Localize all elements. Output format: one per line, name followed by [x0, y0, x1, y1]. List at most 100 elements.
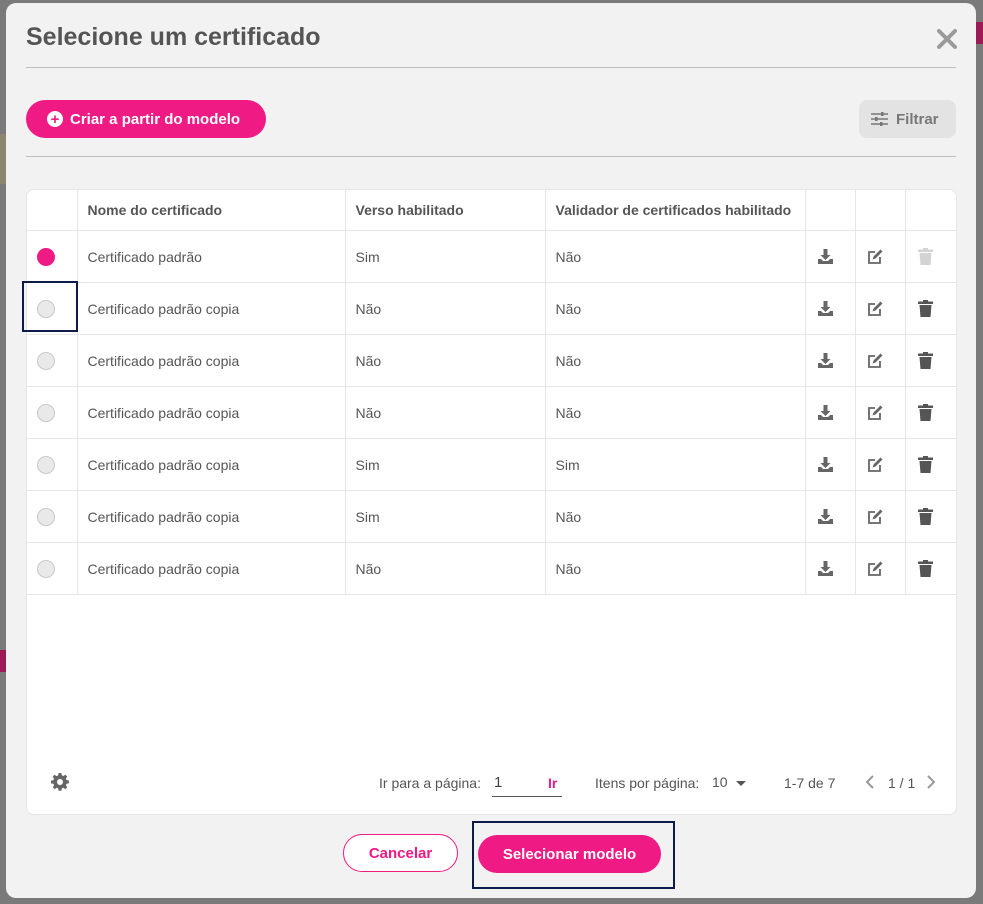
edit-button[interactable]: [866, 403, 886, 423]
delete-button[interactable]: [916, 507, 936, 527]
edit-button[interactable]: [866, 351, 886, 371]
delete-cell: [905, 438, 956, 491]
cell-name: Certificado padrão copia: [77, 334, 346, 387]
edit-icon: [868, 457, 883, 472]
trash-icon: [918, 404, 933, 421]
delete-button[interactable]: [916, 403, 936, 423]
row-radio[interactable]: [37, 559, 55, 578]
column-header-verso: Verso habilitado: [345, 190, 546, 231]
gear-icon: [51, 773, 69, 791]
settings-button[interactable]: [50, 772, 70, 795]
certificates-table-card: Nome do certificado Verso habilitado Val…: [26, 189, 957, 815]
edit-cell: [855, 230, 906, 283]
cell-verso: Sim: [345, 438, 546, 491]
download-cell: [805, 490, 856, 543]
download-button[interactable]: [816, 403, 836, 423]
cell-validator: Não: [545, 490, 806, 543]
create-from-template-button[interactable]: + Criar a partir do modelo: [26, 100, 266, 138]
row-radio[interactable]: [37, 455, 55, 474]
edit-button[interactable]: [866, 299, 886, 319]
edit-cell: [855, 438, 906, 491]
chevron-right-icon: [927, 775, 936, 789]
page-range: 1-7 de 7: [784, 775, 836, 791]
go-button[interactable]: Ir: [548, 775, 557, 791]
delete-cell: [905, 230, 956, 283]
items-per-page-value: 10: [712, 774, 728, 790]
cell-name: Certificado padrão copia: [77, 490, 346, 543]
edit-cell: [855, 542, 906, 595]
close-icon: [937, 29, 957, 49]
table-row[interactable]: Certificado padrão copia Sim Sim: [27, 438, 956, 491]
delete-column-header: [905, 190, 956, 231]
edit-cell: [855, 334, 906, 387]
certificates-table: Nome do certificado Verso habilitado Val…: [27, 190, 956, 595]
table-row[interactable]: Certificado padrão copia Não Não: [27, 334, 956, 387]
cell-validator: Sim: [545, 438, 806, 491]
delete-button: [916, 247, 936, 267]
table-row[interactable]: Certificado padrão copia Sim Não: [27, 490, 956, 543]
edit-button[interactable]: [866, 247, 886, 267]
next-page-button[interactable]: [926, 774, 936, 793]
download-button[interactable]: [816, 351, 836, 371]
download-cell: [805, 230, 856, 283]
row-select-cell: [27, 230, 78, 283]
download-button[interactable]: [816, 299, 836, 319]
download-icon: [818, 405, 833, 420]
previous-page-button[interactable]: [865, 774, 875, 793]
table-footer: Ir para a página: Ir Itens por página: 1…: [27, 760, 956, 810]
delete-cell: [905, 282, 956, 335]
close-button[interactable]: [933, 25, 961, 53]
edit-icon: [868, 249, 883, 264]
cell-name: Certificado padrão copia: [77, 282, 346, 335]
download-cell: [805, 334, 856, 387]
focus-highlight: [472, 821, 675, 889]
download-button[interactable]: [816, 559, 836, 579]
download-icon: [818, 353, 833, 368]
table-header-row: Nome do certificado Verso habilitado Val…: [27, 190, 956, 231]
cancel-button[interactable]: Cancelar: [343, 834, 458, 872]
row-select-cell: [27, 542, 78, 595]
table-row[interactable]: Certificado padrão copia Não Não: [27, 542, 956, 595]
row-select-cell: [27, 490, 78, 543]
sliders-icon: [871, 112, 888, 126]
cell-name: Certificado padrão copia: [77, 542, 346, 595]
edit-cell: [855, 282, 906, 335]
delete-button[interactable]: [916, 455, 936, 475]
edit-button[interactable]: [866, 507, 886, 527]
edit-icon: [868, 405, 883, 420]
items-per-page-label: Itens por página:: [595, 775, 700, 791]
cell-verso: Não: [345, 542, 546, 595]
cell-validator: Não: [545, 334, 806, 387]
filter-button[interactable]: Filtrar: [859, 100, 956, 138]
delete-button[interactable]: [916, 559, 936, 579]
cell-verso: Não: [345, 282, 546, 335]
divider: [26, 156, 956, 157]
delete-button[interactable]: [916, 299, 936, 319]
cell-name: Certificado padrão copia: [77, 386, 346, 439]
table-row[interactable]: Certificado padrão copia Não Não: [27, 386, 956, 439]
cell-name: Certificado padrão copia: [77, 438, 346, 491]
column-header-name: Nome do certificado: [77, 190, 346, 231]
cell-validator: Não: [545, 386, 806, 439]
edit-button[interactable]: [866, 455, 886, 475]
cell-verso: Sim: [345, 230, 546, 283]
table-row[interactable]: Certificado padrão Sim Não: [27, 230, 956, 283]
row-select-cell: [27, 334, 78, 387]
row-radio[interactable]: [37, 403, 55, 422]
download-button[interactable]: [816, 455, 836, 475]
select-column-header: [27, 190, 78, 231]
certificate-dialog: Selecione um certificado + Criar a parti…: [6, 3, 976, 898]
divider: [26, 67, 956, 68]
filter-label: Filtrar: [896, 110, 939, 128]
cell-name: Certificado padrão: [77, 230, 346, 283]
download-button[interactable]: [816, 247, 836, 267]
download-button[interactable]: [816, 507, 836, 527]
table-row[interactable]: Certificado padrão copia Não Não: [27, 282, 956, 335]
row-radio[interactable]: [37, 351, 55, 370]
download-cell: [805, 282, 856, 335]
delete-button[interactable]: [916, 351, 936, 371]
row-radio[interactable]: [37, 247, 55, 266]
row-radio[interactable]: [37, 507, 55, 526]
items-per-page-select[interactable]: 10: [712, 774, 746, 790]
edit-button[interactable]: [866, 559, 886, 579]
